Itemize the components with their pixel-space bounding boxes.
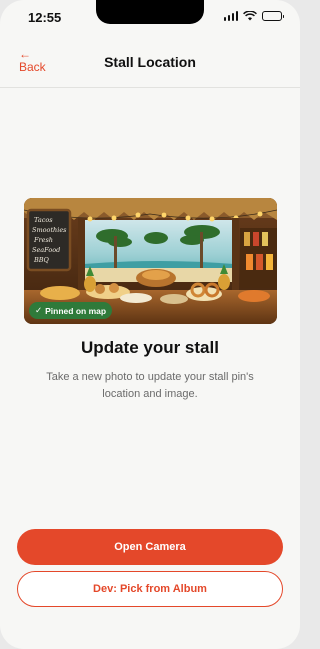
battery-icon [262,11,284,21]
pinned-badge-label: Pinned on map [45,305,107,316]
status-bar: 12:55 [0,0,300,34]
status-time: 12:55 [28,10,62,25]
section-description: Take a new photo to update your stall pi… [46,371,254,400]
open-camera-button[interactable]: Open Camera [17,529,283,565]
stall-photo: Tacos Smoothies Fresh SeaFood BBQ ✓ Pinn… [24,198,277,324]
cellular-signal-icon [223,11,238,21]
check-icon: ✓ [35,305,43,315]
pick-from-album-button[interactable]: Dev: Pick from Album [17,571,283,607]
menu-item: SeaFood [32,246,60,254]
menu-item: Smoothies [32,226,67,234]
wifi-icon [243,11,257,21]
pinned-badge: ✓ Pinned on map [29,302,113,319]
menu-item: Tacos [34,216,53,224]
section-heading: Update your stall [81,338,219,357]
page-title: Stall Location [104,54,196,70]
navigation-bar: ← Back Stall Location [0,34,300,88]
phone-screen: 12:55 ← Back Stall Location Tacos Smooth… [0,0,300,649]
camera-notch [96,0,204,24]
status-icons [223,11,284,21]
menu-item: Fresh [33,236,53,244]
menu-item: BBQ [33,256,50,264]
